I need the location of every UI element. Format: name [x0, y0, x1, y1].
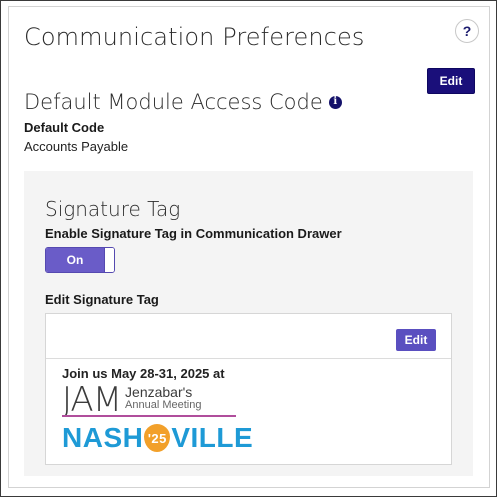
- signature-tag-section: Signature Tag Enable Signature Tag in Co…: [24, 171, 473, 476]
- module-access-title: Default Module Access Code i: [24, 90, 342, 114]
- jam-subtitle: Jenzabar's Annual Meeting: [125, 384, 202, 412]
- module-access-title-text: Default Module Access Code: [24, 90, 323, 114]
- default-code-label: Default Code: [24, 120, 105, 135]
- jam-line-1: Jenzabar's: [125, 384, 193, 400]
- help-button[interactable]: ?: [455, 19, 479, 43]
- question-icon: ?: [462, 23, 472, 39]
- communication-preferences-panel: Communication Preferences ? Edit Default…: [8, 6, 490, 488]
- window-frame: Communication Preferences ? Edit Default…: [0, 0, 497, 497]
- signature-tag-title: Signature Tag: [45, 197, 181, 221]
- jam-accent-bar: [62, 415, 236, 417]
- page-title: Communication Preferences: [24, 23, 365, 51]
- edit-module-access-button[interactable]: Edit: [427, 68, 475, 94]
- jam-logo: JAM Jenzabar's Annual Meeting: [62, 380, 422, 420]
- jam-line-2: Annual Meeting: [125, 399, 202, 411]
- guitar-pick-icon: '25: [144, 424, 171, 452]
- edit-signature-button[interactable]: Edit: [396, 329, 436, 351]
- toggle-knob: [104, 248, 114, 272]
- nash-right: VILLE: [171, 422, 254, 453]
- join-text: Join us May 28-31, 2025 at: [62, 366, 225, 381]
- jam-letters: JAM: [62, 380, 122, 420]
- enable-signature-toggle[interactable]: On: [45, 247, 115, 273]
- edit-signature-label: Edit Signature Tag: [45, 292, 159, 307]
- default-code-value: Accounts Payable: [24, 139, 129, 154]
- nashville-logo: NASH '25 VILLE: [62, 422, 422, 453]
- enable-signature-label: Enable Signature Tag in Communication Dr…: [45, 226, 342, 241]
- toggle-on-label: On: [46, 248, 104, 272]
- info-icon[interactable]: i: [328, 95, 342, 109]
- signature-preview: Join us May 28-31, 2025 at JAM Jenzabar'…: [62, 366, 422, 453]
- signature-editor-toolbar: Edit: [46, 314, 451, 359]
- nash-left: NASH: [62, 422, 144, 453]
- signature-editor: Edit Join us May 28-31, 2025 at JAM Jenz…: [45, 313, 452, 465]
